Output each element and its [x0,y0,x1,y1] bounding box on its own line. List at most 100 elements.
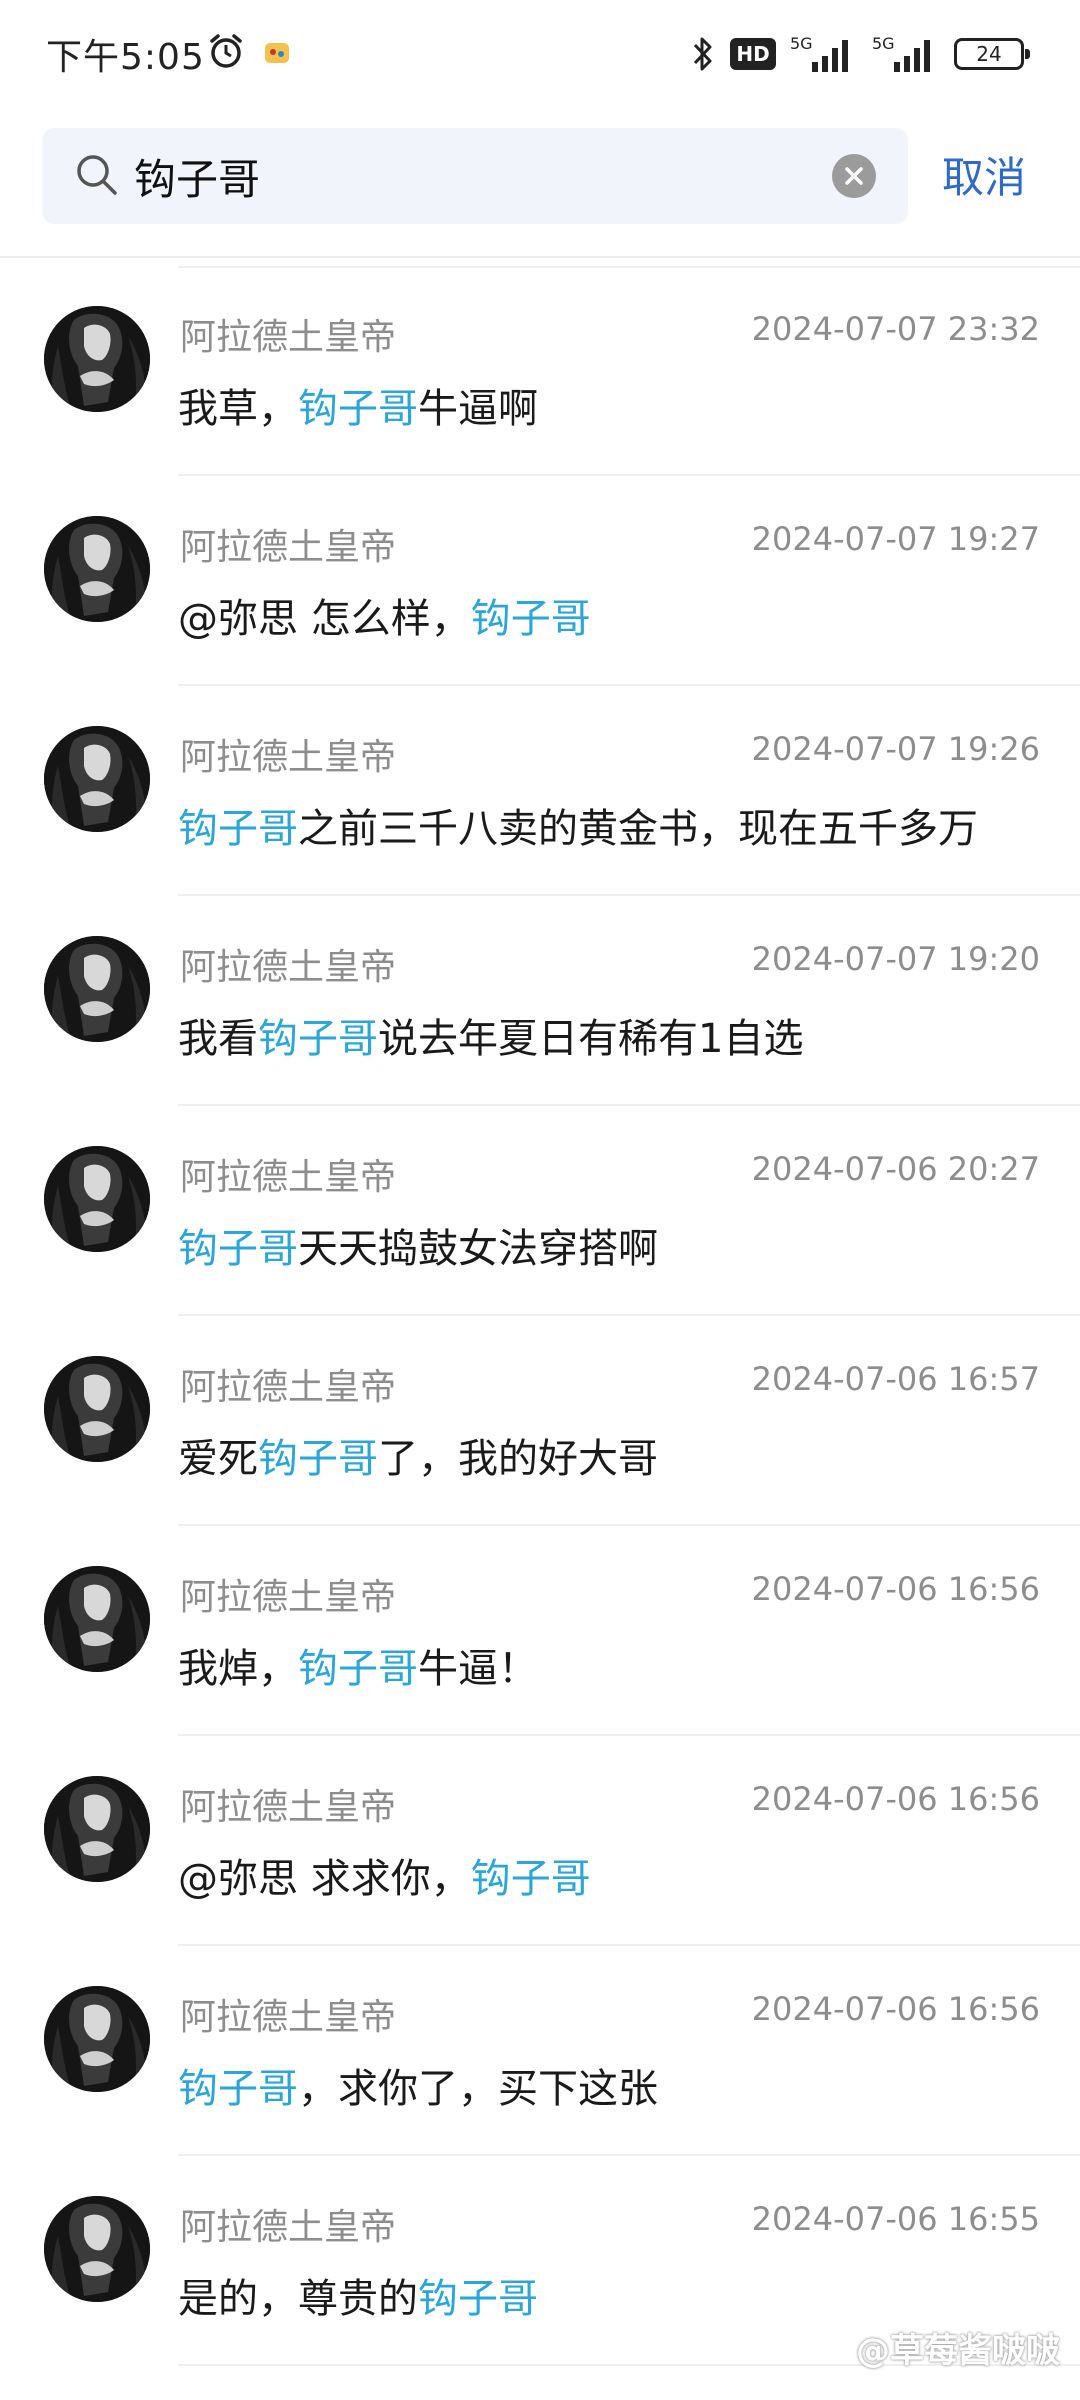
message-result-item[interactable]: 阿拉德土皇帝 2024-07-07 23:32 我草，钩子哥牛逼啊 [0,266,1080,476]
message-result-item[interactable]: 阿拉德土皇帝 2024-07-06 16:57 爱死钩子哥了，我的好大哥 [0,1316,1080,1526]
message-text: 是的，尊贵的钩子哥 [178,2266,538,2324]
message-result-item[interactable]: 阿拉德土皇帝 2024-07-07 19:20 我看钩子哥说去年夏日有稀有1自选 [0,896,1080,1106]
sender-name: 阿拉德土皇帝 [180,2207,397,2248]
message-text: 钩子哥天天捣鼓女法穿搭啊 [178,1216,658,1274]
signal-icon: 5G [790,34,858,74]
message-text-segment: 牛逼啊 [418,386,538,432]
keyword-highlight: 钩子哥 [418,2276,538,2322]
message-text-segment: 了，我的好大哥 [378,1436,658,1482]
keyword-highlight: 钩子哥 [258,1016,378,1062]
message-text-segment: 我看 [178,1016,258,1062]
signal-icon: 5G [872,34,940,74]
message-text: @弥思 求求你，钩子哥 [178,1846,591,1904]
keyword-highlight: 钩子哥 [470,1856,591,1902]
sender-name: 阿拉德土皇帝 [180,317,397,358]
avatar[interactable] [44,306,150,412]
sender-name: 阿拉德土皇帝 [180,1997,397,2038]
message-text-segment: 爱死 [178,1436,258,1482]
message-text: 钩子哥之前三千八卖的黄金书，现在五千多万 [178,796,978,854]
message-result-item[interactable]: 阿拉德土皇帝 2024-07-06 16:56 我焯，钩子哥牛逼！ [0,1526,1080,1736]
message-text-segment: 天天捣鼓女法穿搭啊 [298,1226,658,1272]
keyword-highlight: 钩子哥 [258,1436,378,1482]
sender-name: 阿拉德土皇帝 [180,1787,397,1828]
status-bar: 下午5:05 HD 5G 5G 24 [0,0,1080,108]
message-time: 2024-07-06 16:55 [751,2200,1040,2238]
message-result-item[interactable]: 阿拉德土皇帝 2024-07-07 19:26 钩子哥之前三千八卖的黄金书，现在… [0,686,1080,896]
avatar-image [44,1776,150,1882]
watermark: @草莓酱啵啵 [856,2331,1060,2371]
message-text-segment: 是的，尊贵的 [178,2276,418,2322]
message-time: 2024-07-06 16:56 [751,1780,1040,1818]
alarm-icon [210,34,242,68]
avatar[interactable] [44,1566,150,1672]
sender-name: 阿拉德土皇帝 [180,527,397,568]
sender-name: 阿拉德土皇帝 [180,1157,397,1198]
cancel-button[interactable]: 取消 [942,144,1026,205]
search-results-list: 阿拉德土皇帝 2024-07-07 23:32 我草，钩子哥牛逼啊 阿拉德土皇帝… [0,266,1080,2366]
clear-search-button[interactable] [832,154,876,198]
avatar[interactable] [44,1356,150,1462]
avatar-image [44,1986,150,2092]
network-type: 5G [790,34,813,53]
message-time: 2024-07-06 16:57 [751,1360,1040,1398]
message-result-item[interactable]: 阿拉德土皇帝 2024-07-06 20:27 钩子哥天天捣鼓女法穿搭啊 [0,1106,1080,1316]
app-notification-icon [265,43,289,63]
message-text: 我看钩子哥说去年夏日有稀有1自选 [178,1006,803,1064]
message-result-item[interactable]: 阿拉德土皇帝 2024-07-06 16:56 钩子哥，求你了，买下这张 [0,1946,1080,2156]
sender-name: 阿拉德土皇帝 [180,1367,397,1408]
search-box[interactable] [42,128,908,224]
avatar[interactable] [44,1146,150,1252]
status-icons: HD 5G 5G 24 [690,34,1030,74]
message-time: 2024-07-06 16:56 [751,1990,1040,2028]
message-time: 2024-07-06 20:27 [751,1150,1040,1188]
avatar[interactable] [44,1986,150,2092]
message-text-segment: 牛逼！ [418,1646,538,1692]
keyword-highlight: 钩子哥 [178,806,298,852]
search-header: 取消 [0,108,1080,258]
keyword-highlight: 钩子哥 [298,386,418,432]
avatar-image [44,1146,150,1252]
message-result-item[interactable]: 阿拉德土皇帝 2024-07-06 16:56 @弥思 求求你，钩子哥 [0,1736,1080,1946]
message-text: 我草，钩子哥牛逼啊 [178,376,538,434]
message-text-segment: 我草， [178,386,298,432]
message-text-segment: 说去年夏日有稀有1自选 [378,1016,804,1062]
avatar[interactable] [44,2196,150,2302]
message-text-segment: @弥思 怎么样， [178,596,471,642]
message-text-segment: 我焯， [178,1646,298,1692]
sender-name: 阿拉德土皇帝 [180,1577,397,1618]
message-time: 2024-07-07 19:26 [751,730,1040,768]
message-text: 我焯，钩子哥牛逼！ [178,1636,538,1694]
sender-name: 阿拉德土皇帝 [180,947,397,988]
search-input[interactable] [134,128,784,224]
message-text-segment: 之前三千八卖的黄金书，现在五千多万 [298,806,978,852]
message-text-segment: ，求你了，买下这张 [298,2066,658,2112]
message-text: @弥思 怎么样，钩子哥 [178,586,591,644]
search-icon [77,155,117,195]
message-text: 爱死钩子哥了，我的好大哥 [178,1426,658,1484]
avatar-image [44,306,150,412]
keyword-highlight: 钩子哥 [298,1646,418,1692]
avatar-image [44,726,150,832]
avatar[interactable] [44,1776,150,1882]
status-time: 下午5:05 [46,37,205,78]
message-time: 2024-07-06 16:56 [751,1570,1040,1608]
avatar[interactable] [44,516,150,622]
message-time: 2024-07-07 19:20 [751,940,1040,978]
message-time: 2024-07-07 23:32 [751,310,1040,348]
avatar-image [44,2196,150,2302]
bluetooth-icon [693,37,712,71]
keyword-highlight: 钩子哥 [470,596,591,642]
avatar-image [44,1566,150,1672]
battery-level: 24 [976,42,1002,66]
hd-voice-icon: HD [730,38,776,70]
message-text: 钩子哥，求你了，买下这张 [178,2056,658,2114]
avatar-image [44,1356,150,1462]
battery-icon: 24 [954,38,1030,70]
keyword-highlight: 钩子哥 [178,2066,298,2112]
avatar[interactable] [44,726,150,832]
clear-icon [845,167,863,185]
avatar-image [44,516,150,622]
avatar-image [44,936,150,1042]
avatar[interactable] [44,936,150,1042]
message-result-item[interactable]: 阿拉德土皇帝 2024-07-07 19:27 @弥思 怎么样，钩子哥 [0,476,1080,686]
